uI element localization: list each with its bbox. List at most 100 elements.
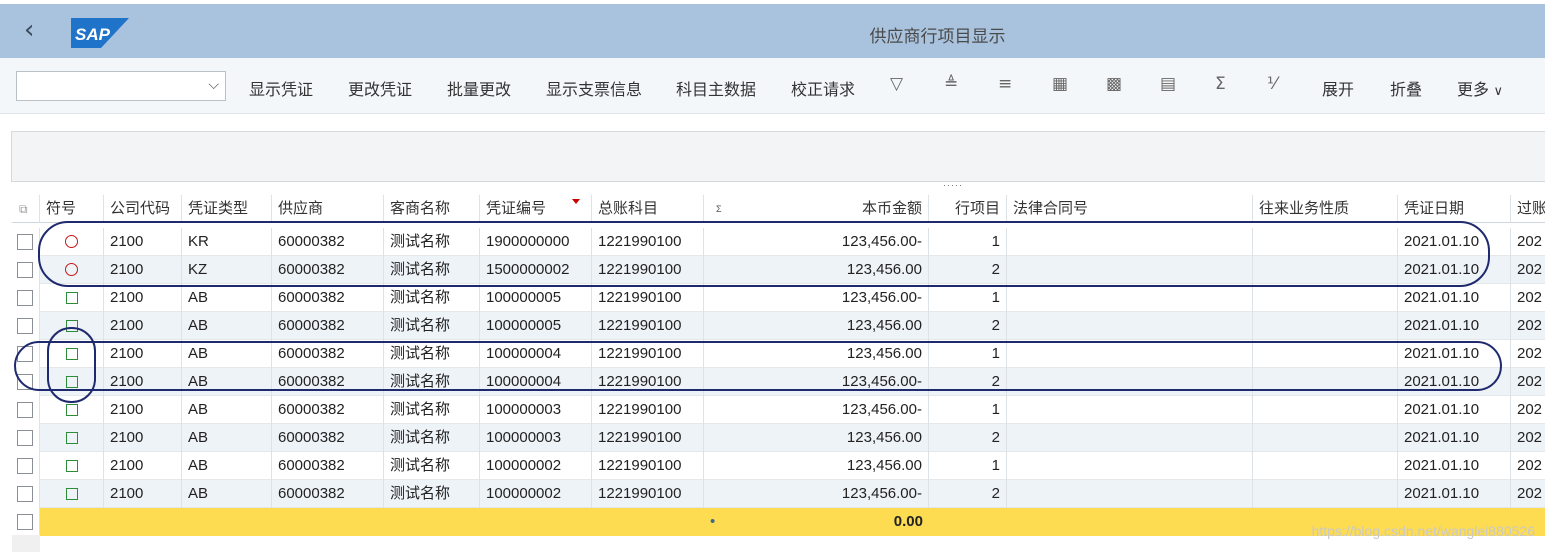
cell-vendor-name: 测试名称	[384, 340, 480, 368]
table-row[interactable]: 2100 AB 60000382 测试名称 100000002 1221990100 123…	[12, 480, 1545, 508]
row-checkbox[interactable]	[17, 430, 33, 446]
column-header-line-item[interactable]: 行项目	[929, 195, 1007, 223]
row-select-cell[interactable]	[12, 228, 40, 256]
row-select-cell[interactable]	[12, 508, 40, 536]
row-select-cell[interactable]	[12, 424, 40, 452]
row-checkbox[interactable]	[17, 402, 33, 418]
column-header-company-code[interactable]: 公司代码	[104, 195, 182, 223]
cell-local-amount: 123,456.00	[704, 256, 929, 284]
sort-ascending-icon[interactable]: ≜	[944, 74, 958, 94]
cell-document-date: 2021.01.10	[1398, 452, 1511, 480]
row-checkbox[interactable]	[17, 234, 33, 250]
column-header-gl-account[interactable]: 总账科目	[592, 195, 704, 223]
row-checkbox[interactable]	[17, 262, 33, 278]
cell-posting: 202	[1517, 233, 1543, 250]
row-checkbox[interactable]	[17, 290, 33, 306]
cell-contract-number	[1007, 312, 1253, 340]
collapse-button[interactable]: 折叠	[1390, 76, 1422, 100]
row-select-cell[interactable]	[12, 284, 40, 312]
display-document-button[interactable]: 显示凭证	[249, 76, 313, 100]
column-header-vendor[interactable]: 供应商	[272, 195, 384, 223]
table-row[interactable]: 2100 AB 60000382 测试名称 100000004 1221990100 123…	[12, 340, 1545, 368]
shell-header: ‹ SAP 供应商行项目显示	[0, 4, 1545, 58]
table-row[interactable]: 2100 AB 60000382 测试名称 100000003 1221990100 123…	[12, 424, 1545, 452]
cell-symbol	[40, 340, 104, 368]
cell-local-amount: 123,456.00-	[704, 228, 929, 256]
cell-local-amount: 123,456.00	[704, 340, 929, 368]
expand-button[interactable]: 展开	[1322, 76, 1354, 100]
cell-local-amount: 123,456.00	[704, 424, 929, 452]
column-header-contract-number[interactable]: 法律合同号	[1007, 195, 1253, 223]
cleared-item-square-icon	[66, 488, 78, 500]
table-row[interactable]: 2100 KR 60000382 测试名称 1900000000 1221990100 12…	[12, 228, 1545, 256]
cell-vendor-name: 测试名称	[384, 312, 480, 340]
change-document-button[interactable]: 更改凭证	[348, 76, 412, 100]
row-checkbox[interactable]	[17, 486, 33, 502]
cell-company-code: 2100	[104, 424, 182, 452]
more-label: 更多	[1457, 82, 1490, 99]
table-row[interactable]: 2100 AB 60000382 测试名称 100000002 1221990100 123…	[12, 452, 1545, 480]
correction-request-button[interactable]: 校正请求	[791, 76, 855, 100]
cell-business-nature	[1253, 256, 1398, 284]
cell-vendor-name: 测试名称	[384, 396, 480, 424]
filter-icon[interactable]: ▽	[890, 74, 903, 94]
sum-icon[interactable]: Σ	[1215, 74, 1226, 94]
cell-business-nature	[1253, 424, 1398, 452]
row-select-cell[interactable]	[12, 396, 40, 424]
display-check-info-button[interactable]: 显示支票信息	[546, 76, 642, 100]
cell-line-item: 2	[929, 424, 1007, 452]
table-settings-icon[interactable]: ▩	[1106, 74, 1122, 94]
filter-bar	[11, 131, 1545, 182]
row-checkbox[interactable]	[17, 318, 33, 334]
row-checkbox[interactable]	[17, 514, 33, 530]
cell-gl-account: 1221990100	[592, 340, 704, 368]
cell-line-item: 2	[929, 312, 1007, 340]
row-select-cell[interactable]	[12, 312, 40, 340]
table-icon[interactable]: ▦	[1052, 74, 1068, 94]
row-select-cell[interactable]	[12, 340, 40, 368]
table-row[interactable]: 2100 AB 60000382 测试名称 100000005 1221990100 123…	[12, 312, 1545, 340]
cell-business-nature	[1253, 284, 1398, 312]
cell-symbol	[40, 480, 104, 508]
cell-document-date: 2021.01.10	[1398, 284, 1511, 312]
column-header-document-date[interactable]: 凭证日期	[1398, 195, 1511, 223]
table-row[interactable]: 2100 KZ 60000382 测试名称 1500000002 1221990100 12…	[12, 256, 1545, 284]
layout-select[interactable]: ⌵	[16, 71, 226, 101]
column-header-posting[interactable]: 过账	[1511, 195, 1545, 223]
cell-symbol	[40, 452, 104, 480]
cell-line-item: 1	[929, 396, 1007, 424]
cell-document-number: 100000005	[480, 284, 592, 312]
sort-descending-icon[interactable]: ≡	[998, 74, 1012, 94]
cell-vendor-name: 测试名称	[384, 284, 480, 312]
subtotal-icon[interactable]: ⅟	[1267, 74, 1277, 94]
more-button[interactable]: 更多 ∨	[1457, 76, 1503, 100]
cell-business-nature	[1253, 452, 1398, 480]
cell-document-number: 100000004	[480, 368, 592, 396]
row-select-cell[interactable]	[12, 368, 40, 396]
table-export-icon[interactable]: ▤	[1160, 74, 1176, 94]
row-checkbox[interactable]	[17, 458, 33, 474]
row-checkbox[interactable]	[17, 346, 33, 362]
account-master-data-button[interactable]: 科目主数据	[676, 76, 756, 100]
select-all-icon[interactable]: ⧉	[19, 195, 28, 223]
mass-change-button[interactable]: 批量更改	[447, 76, 511, 100]
table-row[interactable]: 2100 AB 60000382 测试名称 100000005 1221990100 123…	[12, 284, 1545, 312]
column-header-symbol[interactable]: 符号	[40, 195, 104, 223]
splitter-handle[interactable]: ·····	[943, 180, 963, 190]
cell-company-code: 2100	[104, 452, 182, 480]
sum-column-icon: Σ	[716, 204, 722, 214]
table-row[interactable]: 2100 AB 60000382 测试名称 100000004 1221990100 123…	[12, 368, 1545, 396]
cell-document-date: 2021.01.10	[1398, 312, 1511, 340]
select-all-cell[interactable]: ⧉	[12, 195, 40, 223]
cell-gl-account: 1221990100	[592, 284, 704, 312]
row-checkbox[interactable]	[17, 374, 33, 390]
cell-document-date: 2021.01.10	[1398, 340, 1511, 368]
column-header-local-amount[interactable]: Σ 本币金额	[704, 195, 929, 223]
row-select-cell[interactable]	[12, 256, 40, 284]
row-select-cell[interactable]	[12, 480, 40, 508]
table-row[interactable]: 2100 AB 60000382 测试名称 100000003 1221990100 123…	[12, 396, 1545, 424]
column-header-document-type[interactable]: 凭证类型	[182, 195, 272, 223]
column-header-vendor-name[interactable]: 客商名称	[384, 195, 480, 223]
row-select-cell[interactable]	[12, 452, 40, 480]
column-header-business-nature[interactable]: 往来业务性质	[1253, 195, 1398, 223]
